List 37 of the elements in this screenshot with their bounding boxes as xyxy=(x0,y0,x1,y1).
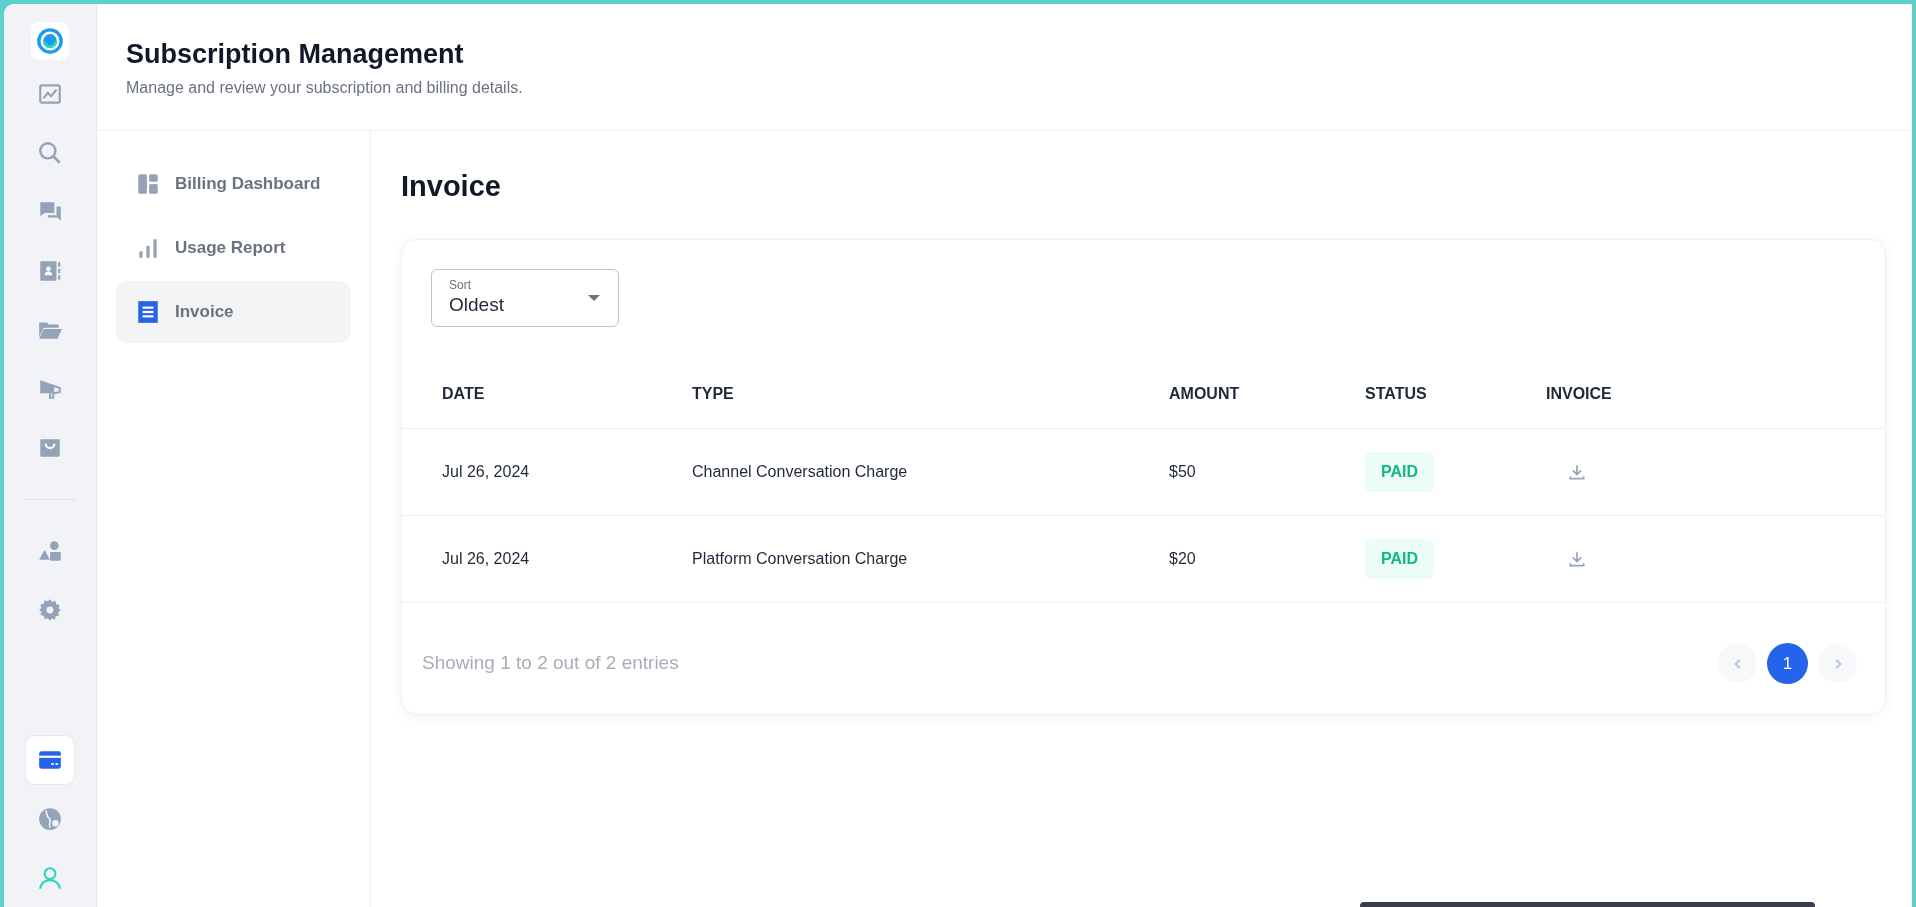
page-header-title: Subscription Management xyxy=(126,38,465,71)
subnav-item[interactable]: Usage Report xyxy=(116,217,351,279)
user-icon xyxy=(37,865,63,891)
status-badge: PAID xyxy=(1365,539,1435,579)
caret-icon xyxy=(587,293,601,302)
page-header-subtitle: Manage and review your subscription and billing details. xyxy=(126,77,524,98)
subnav-item[interactable]: Billing Dashboard xyxy=(116,153,351,215)
charge-amount: $20 xyxy=(1169,550,1196,567)
sort-dropdown[interactable]: Sort Oldest xyxy=(431,268,619,327)
settings-icon xyxy=(37,597,63,623)
invoice-date: Jul 26, 2024 xyxy=(442,463,530,480)
charge-amount: $50 xyxy=(1169,463,1196,480)
column-header[interactable]: DATE xyxy=(402,360,692,429)
charge-type: Platform Conversation Charge xyxy=(692,550,908,567)
page-button[interactable]: 1 xyxy=(1767,643,1808,684)
globe-icon xyxy=(37,806,63,832)
download-icon xyxy=(1567,549,1587,569)
receipt-icon xyxy=(135,299,161,325)
subnav-item[interactable]: Invoice xyxy=(116,281,351,343)
chart-icon xyxy=(37,81,63,107)
status-badge: PAID xyxy=(1365,452,1435,492)
app-logo[interactable] xyxy=(31,22,69,60)
column-header[interactable]: STATUS xyxy=(1365,360,1546,429)
column-header[interactable]: TYPE xyxy=(692,360,1169,429)
column-header[interactable]: AMOUNT xyxy=(1169,360,1365,429)
download-icon xyxy=(1567,462,1587,482)
contact-card-icon xyxy=(37,258,63,284)
entries-summary: Showing 1 to 2 out of 2 entries xyxy=(422,651,679,676)
invoice-date: Jul 26, 2024 xyxy=(442,550,530,567)
section-title: Invoice xyxy=(401,169,502,204)
smile-logo-icon xyxy=(36,27,64,55)
charge-type: Channel Conversation Charge xyxy=(692,463,908,480)
shapes-icon xyxy=(37,538,63,564)
search-icon xyxy=(37,140,63,166)
column-header[interactable]: INVOICE xyxy=(1546,360,1885,429)
dashboard-layout-icon xyxy=(135,171,161,197)
rail-nav-button[interactable] xyxy=(25,735,75,785)
